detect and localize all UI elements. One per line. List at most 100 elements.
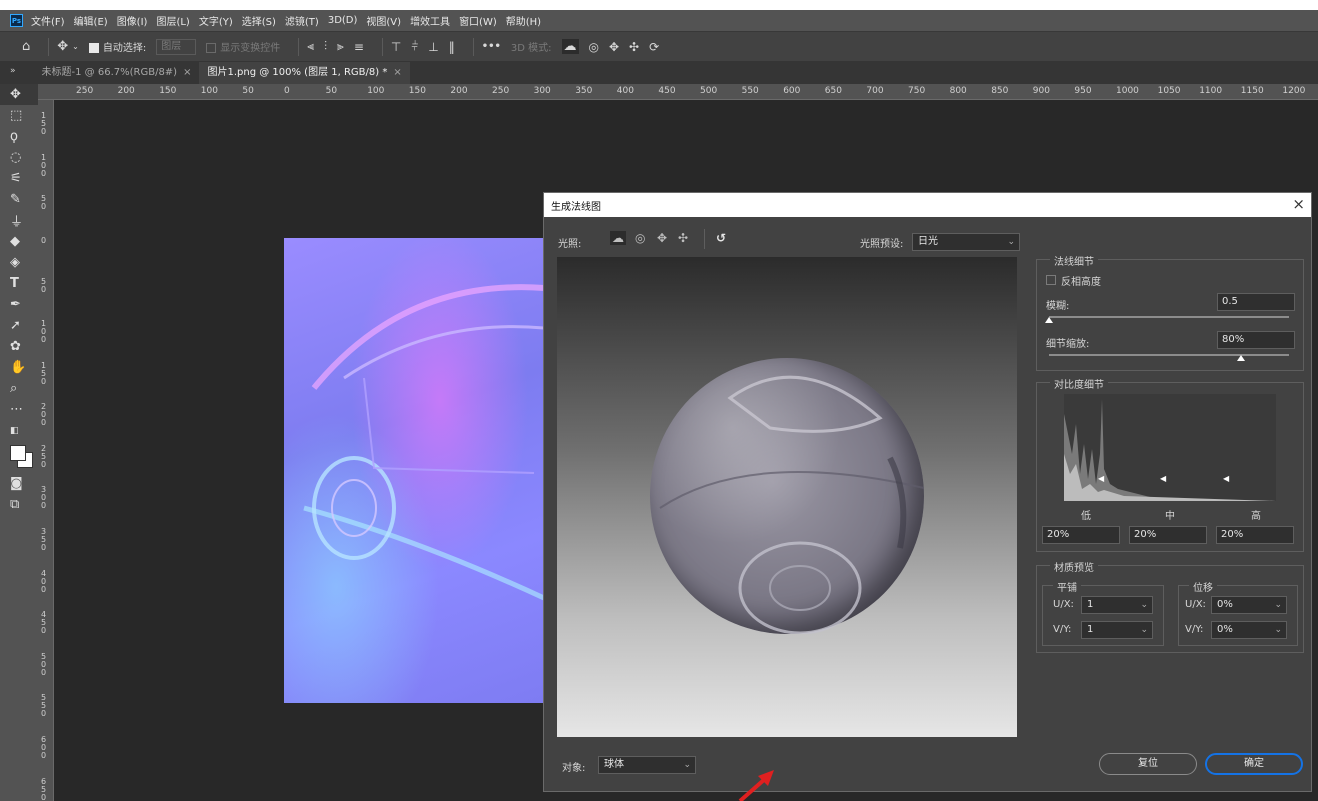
- divider: [704, 229, 705, 249]
- 3d-slide-icon[interactable]: ✣: [629, 40, 639, 54]
- path-select-tool-icon[interactable]: ➚: [0, 315, 38, 336]
- detail-scale-slider-track[interactable]: [1049, 354, 1289, 356]
- more-options-icon[interactable]: •••: [482, 41, 501, 52]
- align-hcenter-icon[interactable]: ⫶: [324, 39, 327, 54]
- menu-3d[interactable]: 3D(D): [328, 15, 358, 26]
- home-icon[interactable]: ⌂: [22, 39, 30, 54]
- align-bottom-icon[interactable]: ⊥: [428, 40, 438, 54]
- menu-type[interactable]: 文字(Y): [199, 13, 233, 28]
- ruler-tick-label: 150: [159, 86, 177, 96]
- eraser-tool-icon[interactable]: ◆: [0, 231, 38, 252]
- close-icon[interactable]: ×: [1292, 196, 1305, 212]
- light-pan-icon[interactable]: ✥: [657, 231, 667, 245]
- foreground-color-swatch[interactable]: [10, 445, 26, 461]
- color-swatches[interactable]: [10, 445, 36, 469]
- reset-light-icon[interactable]: ↺: [716, 231, 726, 245]
- tile-ux-dropdown[interactable]: 1 ⌄: [1081, 596, 1153, 614]
- histogram-graph: [1064, 399, 1276, 501]
- blur-slider-thumb[interactable]: [1045, 317, 1053, 323]
- tile-vy-dropdown[interactable]: 1 ⌄: [1081, 621, 1153, 639]
- align-left-icon[interactable]: ⫷: [307, 39, 314, 54]
- align-top-icon[interactable]: ⊤: [391, 40, 401, 54]
- blur-input[interactable]: 0.5: [1217, 293, 1295, 311]
- low-level-thumb[interactable]: ◀: [1098, 474, 1104, 483]
- menu-view[interactable]: 视图(V): [366, 13, 401, 28]
- light-orbit-icon[interactable]: ☁: [610, 231, 626, 245]
- preview-sphere[interactable]: [650, 358, 925, 635]
- material-preview-area[interactable]: [557, 257, 1017, 737]
- offset-vy-dropdown[interactable]: 0% ⌄: [1211, 621, 1287, 639]
- 3d-mode-label: 3D 模式:: [510, 43, 552, 54]
- default-colors-icon[interactable]: ◧: [0, 420, 38, 441]
- align-right-icon[interactable]: ⫸: [337, 39, 344, 54]
- chevron-down-icon[interactable]: ⌄: [72, 42, 79, 51]
- light-slide-icon[interactable]: ✣: [678, 231, 688, 245]
- hand-tool-icon[interactable]: ✋: [0, 357, 38, 378]
- detail-scale-input[interactable]: 80%: [1217, 331, 1295, 349]
- menu-edit[interactable]: 编辑(E): [74, 13, 108, 28]
- tab-image1[interactable]: 图片1.png @ 100% (图层 1, RGB/8) * ×: [199, 62, 410, 84]
- menu-layer[interactable]: 图层(L): [156, 13, 189, 28]
- paint-bucket-tool-icon[interactable]: ◈: [0, 252, 38, 273]
- quick-select-tool-icon[interactable]: ◌: [0, 147, 38, 168]
- panel-collapse-icon[interactable]: »: [10, 66, 16, 76]
- brush-tool-icon[interactable]: ✎: [0, 189, 38, 210]
- show-transform-checkbox[interactable]: [206, 42, 217, 53]
- window-top-strip: [0, 0, 1318, 10]
- type-tool-icon[interactable]: T: [0, 273, 38, 294]
- menu-file[interactable]: 文件(F): [31, 13, 65, 28]
- blur-slider-track[interactable]: [1049, 316, 1289, 318]
- object-value: 球体: [604, 759, 624, 770]
- menu-filter[interactable]: 滤镜(T): [285, 13, 319, 28]
- 3d-scale-icon[interactable]: ⟳: [649, 40, 659, 54]
- chevron-down-icon: ⌄: [1274, 625, 1282, 635]
- high-level-thumb[interactable]: ◀: [1223, 474, 1229, 483]
- detail-scale-slider-thumb[interactable]: [1237, 355, 1245, 361]
- ruler-tick-label: 650: [824, 86, 842, 96]
- pen-tool-icon[interactable]: ✒: [0, 294, 38, 315]
- light-roll-icon[interactable]: ◎: [635, 231, 645, 245]
- stamp-tool-icon[interactable]: ⏚: [0, 210, 38, 231]
- mid-input[interactable]: 20%: [1129, 526, 1207, 544]
- tab-close-icon[interactable]: ×: [183, 67, 191, 78]
- object-dropdown[interactable]: 球体 ⌄: [598, 756, 696, 774]
- menu-window[interactable]: 窗口(W): [459, 13, 497, 28]
- tab-untitled[interactable]: 未标题-1 @ 66.7%(RGB/8#) ×: [34, 62, 200, 84]
- 3d-orbit-icon[interactable]: ☁: [561, 39, 579, 54]
- tab-close-icon[interactable]: ×: [393, 67, 401, 78]
- auto-select-target-dropdown[interactable]: 图层: [156, 38, 197, 55]
- ruler-tick-label: 0: [284, 86, 290, 96]
- tools-panel: ✥ ⬚ ϙ ◌ ⚟ ✎ ⏚ ◆ ◈ T ✒ ➚ ✿ ✋ ⌕ ⋯ ◧ ◙ ⧉: [0, 84, 38, 801]
- move-tool-icon[interactable]: ✥: [57, 39, 68, 54]
- distribute-horizontal-icon[interactable]: ‖: [449, 40, 455, 54]
- mid-level-thumb[interactable]: ◀: [1160, 474, 1166, 483]
- eyedropper-tool-icon[interactable]: ⚟: [0, 168, 38, 189]
- reset-button[interactable]: 复位: [1099, 753, 1197, 775]
- move-tool-icon[interactable]: ✥: [0, 84, 38, 105]
- high-input[interactable]: 20%: [1216, 526, 1294, 544]
- menu-image[interactable]: 图像(I): [117, 13, 148, 28]
- marquee-tool-icon[interactable]: ⬚: [0, 105, 38, 126]
- lasso-tool-icon[interactable]: ϙ: [0, 126, 38, 147]
- menu-plugins[interactable]: 增效工具: [410, 13, 450, 28]
- low-input[interactable]: 20%: [1042, 526, 1120, 544]
- screen-mode-icon[interactable]: ⧉: [0, 494, 38, 515]
- document-canvas-image[interactable]: [284, 238, 544, 703]
- shape-tool-icon[interactable]: ✿: [0, 336, 38, 357]
- zoom-tool-icon[interactable]: ⌕: [0, 378, 38, 399]
- menu-help[interactable]: 帮助(H): [506, 13, 541, 28]
- 3d-pan-icon[interactable]: ✥: [609, 40, 619, 54]
- 3d-roll-icon[interactable]: ◎: [589, 40, 599, 54]
- ok-button[interactable]: 确定: [1205, 753, 1303, 775]
- menu-select[interactable]: 选择(S): [242, 13, 276, 28]
- offset-ux-dropdown[interactable]: 0% ⌄: [1211, 596, 1287, 614]
- invert-height-checkbox[interactable]: [1046, 275, 1056, 285]
- align-vcenter-icon[interactable]: ⫩: [411, 39, 418, 54]
- lighting-preset-dropdown[interactable]: 日光 ⌄: [912, 233, 1020, 251]
- distribute-vertical-icon[interactable]: ≡: [354, 40, 364, 54]
- edit-toolbar-icon[interactable]: ⋯: [0, 399, 38, 420]
- options-bar: ⌂ ✥ ⌄ 自动选择: 图层 显示变换控件 ⫷ ⫶ ⫸ ≡ ⊤ ⫩ ⊥ ‖ ••…: [0, 31, 1318, 61]
- auto-select-checkbox[interactable]: [88, 42, 99, 53]
- quick-mask-icon[interactable]: ◙: [0, 473, 38, 494]
- contrast-histogram[interactable]: ◀ ◀ ◀: [1064, 394, 1276, 501]
